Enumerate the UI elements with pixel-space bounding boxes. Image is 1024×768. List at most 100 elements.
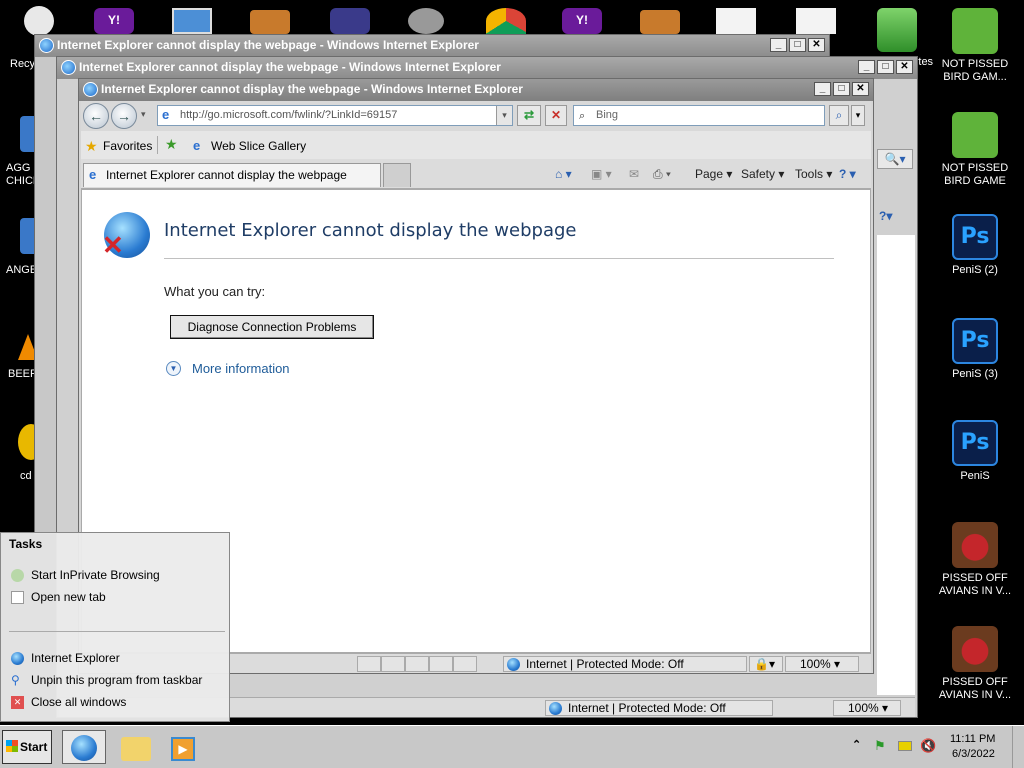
maximize-button[interactable]: □ (789, 38, 806, 52)
desktop-icon-pig-1[interactable]: NOT PISSED BIRD GAM... (936, 8, 1014, 84)
desktop-label-cd[interactable]: cd (20, 470, 32, 482)
clock-time[interactable]: 11:11 PM (950, 733, 995, 745)
desktop-icon-seasons-1[interactable]: PISSED OFF AVIANS IN V... (936, 522, 1014, 598)
photoshop-icon: Ps (952, 420, 998, 466)
back-search-button[interactable]: 🔍▾ (877, 149, 913, 169)
jump-item-internet-explorer[interactable]: Internet Explorer (11, 648, 120, 668)
desktop-icon-ps-2[interactable]: Ps PeniS (2) (936, 214, 1014, 277)
jump-item-new-tab[interactable]: Open new tab (11, 587, 106, 607)
navigation-bar: ← → ▾ e http://go.microsoft.com/fwlink/?… (81, 101, 871, 131)
jump-item-close-all[interactable]: ✕ Close all windows (11, 692, 126, 712)
desktop-icon-seasons-2[interactable]: PISSED OFF AVIANS IN V... (936, 626, 1014, 702)
taskbar-explorer[interactable] (114, 730, 158, 764)
app-icon[interactable] (330, 8, 370, 34)
gear-icon[interactable] (408, 8, 444, 34)
jump-item-inprivate[interactable]: Start InPrivate Browsing (11, 565, 160, 585)
minimize-button[interactable]: _ (858, 60, 875, 74)
zoom-control[interactable]: 100% ▾ (833, 700, 901, 716)
window-controls: _ □ ✕ (858, 60, 913, 74)
back-button[interactable]: ← (83, 103, 109, 129)
ie-page-icon: e (162, 107, 170, 122)
desktop-icon-label: PeniS (960, 470, 990, 482)
search-button[interactable]: ⌕ (829, 105, 849, 126)
briefcase-icon[interactable] (250, 10, 290, 34)
print-button[interactable]: ⎙ ▾ (653, 167, 671, 182)
stop-button[interactable]: ✕ (545, 105, 567, 126)
tab-active[interactable]: e Internet Explorer cannot display the w… (83, 163, 381, 187)
document-icon[interactable] (716, 8, 756, 34)
close-button[interactable]: ✕ (896, 60, 913, 74)
back-help-icon[interactable]: ?▾ (879, 209, 909, 227)
volume-muted-icon[interactable]: 🔇 (920, 738, 936, 754)
briefcase-icon[interactable] (640, 10, 680, 34)
page-menu[interactable]: Page ▾ (695, 167, 732, 181)
security-status[interactable]: 🔒▾ (749, 656, 783, 672)
tools-menu[interactable]: Tools ▾ (795, 167, 832, 181)
taskbar-internet-explorer[interactable] (62, 730, 106, 764)
show-hidden-icons-button[interactable]: ⌃ (852, 738, 861, 751)
status-zone-text: Internet | Protected Mode: Off (526, 657, 684, 671)
desktop-label-recycle[interactable]: Recy (10, 58, 35, 70)
diagnose-connection-button[interactable]: Diagnose Connection Problems (170, 315, 374, 339)
window-title-bar[interactable]: Internet Explorer cannot display the web… (79, 79, 873, 101)
page-menu-label: Page (695, 167, 724, 181)
snowman-icon[interactable] (24, 6, 54, 36)
maximize-button[interactable]: □ (877, 60, 894, 74)
recent-pages-icon[interactable]: ▾ (141, 109, 146, 120)
add-to-favorites-icon[interactable]: ★ (165, 136, 178, 153)
desktop-label-beef[interactable]: BEEF (8, 368, 37, 380)
help-button[interactable]: ? ▾ (839, 167, 856, 181)
yahoo-icon[interactable]: Y! (562, 8, 602, 34)
action-center-flag-icon[interactable]: ⚑ (874, 738, 886, 754)
window-title-bar[interactable]: Internet Explorer cannot display the web… (57, 57, 917, 79)
picture-icon[interactable] (172, 8, 212, 34)
more-information-link[interactable]: ▼ More information (166, 360, 290, 378)
zoom-control[interactable]: 100% ▾ (785, 656, 859, 672)
window-title-bar[interactable]: Internet Explorer cannot display the web… (35, 35, 829, 57)
close-icon: ✕ (11, 696, 24, 709)
search-options-button[interactable]: ▾ (851, 105, 865, 126)
desktop-icon-label: PeniS (3) (952, 368, 998, 380)
minimize-button[interactable]: _ (770, 38, 787, 52)
network-icon[interactable] (898, 741, 912, 751)
start-label: Start (20, 740, 48, 754)
clock-date[interactable]: 6/3/2022 (952, 748, 995, 760)
feeds-button[interactable]: ▣ ▾ (591, 167, 612, 181)
new-tab-button[interactable] (383, 163, 411, 187)
address-bar[interactable]: e http://go.microsoft.com/fwlink/?LinkId… (157, 105, 513, 126)
window-title: Internet Explorer cannot display the web… (101, 82, 523, 96)
taskbar-media-player[interactable]: ▶ (160, 730, 204, 764)
show-desktop-button[interactable] (1012, 726, 1024, 768)
address-dropdown-button[interactable]: ▾ (496, 106, 512, 125)
jump-item-unpin[interactable]: ⚲ Unpin this program from taskbar (11, 670, 202, 690)
close-button[interactable]: ✕ (852, 82, 869, 96)
more-information-label: More information (192, 361, 290, 376)
minimize-button[interactable]: _ (814, 82, 831, 96)
chrome-icon[interactable] (486, 8, 526, 34)
tab-label: Internet Explorer cannot display the web… (106, 168, 347, 182)
desktop-icon-pig-2[interactable]: NOT PISSED BIRD GAME (936, 112, 1014, 188)
forward-button[interactable]: → (111, 103, 137, 129)
start-button[interactable]: Start (2, 730, 52, 764)
desktop-icon-ps-3[interactable]: Ps PeniS (3) (936, 318, 1014, 381)
safety-menu[interactable]: Safety ▾ (741, 167, 784, 181)
folder-icon (121, 737, 151, 761)
status-zone: Internet | Protected Mode: Off (545, 700, 773, 716)
read-mail-button[interactable]: ✉ (629, 167, 639, 181)
tools-menu-label: Tools (795, 167, 824, 181)
home-button[interactable]: ⌂ ▾ (555, 167, 572, 181)
favorites-button[interactable]: ★ Favorites (85, 137, 152, 155)
document-icon[interactable] (796, 8, 836, 34)
pig-icon (952, 112, 998, 158)
tab-bar: e Internet Explorer cannot display the w… (81, 159, 871, 189)
yahoo-icon[interactable]: Y! (94, 8, 134, 34)
web-slice-gallery-link[interactable]: e Web Slice Gallery (191, 137, 306, 155)
refresh-button[interactable]: ⇄ (517, 105, 541, 126)
close-button[interactable]: ✕ (808, 38, 825, 52)
ie-page-icon: e (89, 167, 97, 182)
search-box[interactable]: ⌕ Bing (573, 105, 825, 126)
desktop-label-ange[interactable]: ANGE (6, 264, 37, 276)
maximize-button[interactable]: □ (833, 82, 850, 96)
desktop-icon-ps[interactable]: Ps PeniS (936, 420, 1014, 483)
back-content (877, 235, 915, 695)
